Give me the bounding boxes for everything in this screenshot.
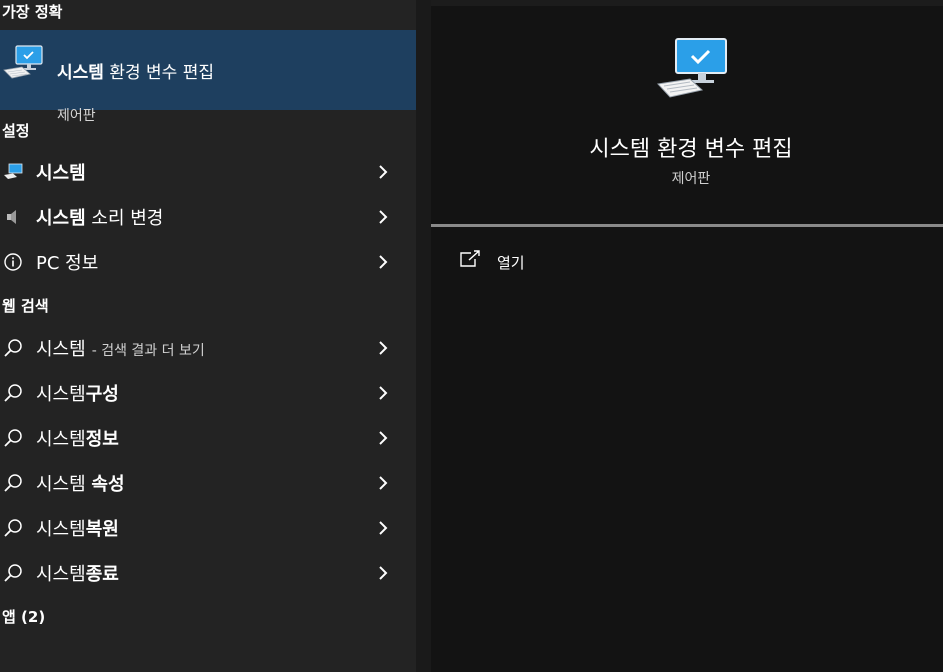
settings-item-label: 시스템 xyxy=(36,163,86,184)
chevron-right-icon xyxy=(379,476,388,490)
web-search-item[interactable]: 시스템 속성 xyxy=(0,461,416,505)
web-search-item[interactable]: 시스템 - 검색 결과 더 보기 xyxy=(0,326,416,370)
open-action[interactable]: 열기 xyxy=(459,246,659,276)
section-web-search: 웹 검색 xyxy=(2,297,49,315)
preview-title: 시스템 환경 변수 편집 xyxy=(589,137,793,162)
best-match-item[interactable]: 시스템 환경 변수 편집 제어판 xyxy=(0,30,416,124)
section-settings: 설정 xyxy=(2,122,30,140)
monitor-check-icon xyxy=(2,43,44,87)
settings-item-sound[interactable]: 시스템 소리 변경 xyxy=(0,195,416,239)
web-search-item[interactable]: 시스템종료 xyxy=(0,551,416,595)
web-search-label: 시스템종료 xyxy=(36,564,119,585)
search-icon xyxy=(2,562,24,584)
web-search-label: 시스템구성 xyxy=(36,384,119,405)
monitor-icon xyxy=(2,161,24,183)
search-icon xyxy=(2,472,24,494)
chevron-right-icon xyxy=(379,341,388,355)
settings-item-system[interactable]: 시스템 xyxy=(0,150,416,194)
search-icon xyxy=(2,427,24,449)
search-icon xyxy=(2,517,24,539)
web-search-item[interactable]: 시스템구성 xyxy=(0,371,416,415)
settings-item-pc-info[interactable]: PC 정보 xyxy=(0,240,416,284)
best-match-subtitle: 제어판 xyxy=(57,108,96,124)
chevron-right-icon xyxy=(379,431,388,445)
chevron-right-icon xyxy=(379,255,388,269)
web-search-label: 시스템복원 xyxy=(36,519,119,540)
chevron-right-icon xyxy=(379,210,388,224)
open-external-icon xyxy=(459,250,481,272)
chevron-right-icon xyxy=(379,521,388,535)
results-list: 가장 정확 시스템 환경 변수 편집 제어판 설정 시스템 시스템 소리 변경 … xyxy=(0,0,416,672)
web-search-label: 시스템정보 xyxy=(36,429,119,450)
best-match-title: 시스템 환경 변수 편집 xyxy=(57,63,214,83)
start-search-panel: 가장 정확 시스템 환경 변수 편집 제어판 설정 시스템 시스템 소리 변경 … xyxy=(0,0,943,672)
section-best-match: 가장 정확 xyxy=(2,3,63,21)
preview-pane: 시스템 환경 변수 편집 제어판 열기 xyxy=(431,6,943,672)
search-icon xyxy=(2,382,24,404)
open-label: 열기 xyxy=(497,254,525,272)
divider xyxy=(431,224,943,227)
info-icon xyxy=(2,251,24,273)
preview-subtitle: 제어판 xyxy=(671,171,711,187)
search-icon xyxy=(2,337,24,359)
settings-item-label: PC 정보 xyxy=(36,253,99,274)
chevron-right-icon xyxy=(379,566,388,580)
monitor-check-icon xyxy=(656,36,730,106)
chevron-right-icon xyxy=(379,386,388,400)
web-search-item[interactable]: 시스템복원 xyxy=(0,506,416,550)
pane-gap xyxy=(416,0,431,672)
web-search-label: 시스템 - 검색 결과 더 보기 xyxy=(36,339,205,360)
section-apps[interactable]: 앱 (2) xyxy=(2,607,45,627)
web-search-label: 시스템 속성 xyxy=(36,474,125,495)
web-search-item[interactable]: 시스템정보 xyxy=(0,416,416,460)
speaker-icon xyxy=(2,206,24,228)
settings-item-label: 시스템 소리 변경 xyxy=(36,208,164,229)
chevron-right-icon xyxy=(379,165,388,179)
